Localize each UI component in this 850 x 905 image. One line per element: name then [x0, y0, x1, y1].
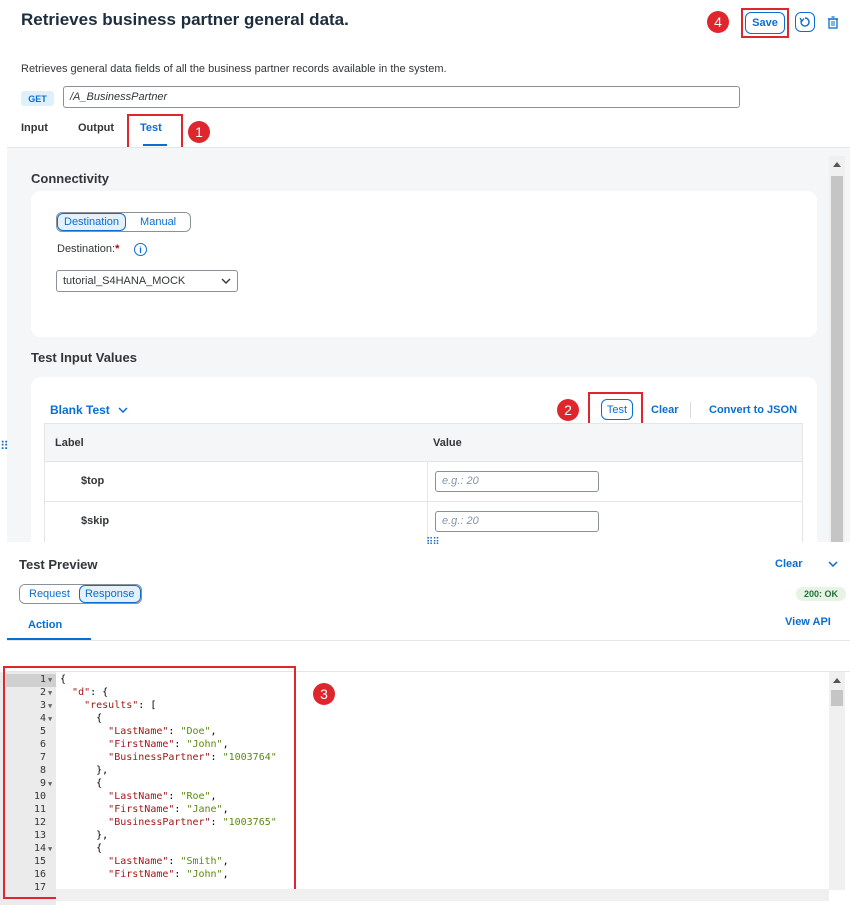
vertical-drag-handle[interactable]: ⠿: [0, 440, 9, 452]
chevron-down-icon: [118, 407, 128, 413]
connectivity-title: Connectivity: [31, 171, 110, 186]
info-icon[interactable]: i: [134, 243, 147, 256]
active-tab-indicator: [143, 144, 167, 146]
tab-input[interactable]: Input: [21, 116, 48, 146]
table-row: $top e.g.: 20: [44, 462, 803, 502]
editor-scrollbar[interactable]: [829, 672, 845, 890]
toolbar-separator: [690, 402, 691, 418]
status-badge: 200: OK: [796, 587, 846, 601]
page-title: Retrieves business partner general data.: [21, 10, 349, 29]
reset-button[interactable]: [795, 12, 815, 32]
table-header: Label Value: [44, 423, 803, 462]
destination-label: Destination:*: [57, 243, 120, 255]
panel-scrollbar[interactable]: [829, 156, 845, 542]
step-marker-3: 3: [313, 683, 335, 705]
mode-destination[interactable]: Destination: [57, 213, 127, 231]
editor-horizontal-scrollbar[interactable]: [56, 889, 829, 901]
blank-test-select[interactable]: Blank Test: [50, 403, 128, 417]
trash-icon: [828, 15, 838, 29]
blank-test-label: Blank Test: [50, 403, 110, 417]
top-value-input[interactable]: e.g.: 20: [435, 471, 599, 492]
tab-output[interactable]: Output: [78, 116, 114, 146]
delete-button[interactable]: [823, 12, 843, 32]
test-button[interactable]: Test: [601, 399, 633, 420]
skip-value-input[interactable]: e.g.: 20: [435, 511, 599, 532]
http-method-badge: GET: [21, 91, 54, 106]
chevron-down-icon: [828, 561, 838, 568]
mode-response[interactable]: Response: [78, 585, 141, 603]
preview-mode-toggle: Request Response: [19, 584, 142, 604]
column-label: Label: [55, 437, 84, 449]
code-highlight: [3, 666, 296, 899]
destination-value: tutorial_S4HANA_MOCK: [63, 275, 186, 287]
tab-action[interactable]: Action: [28, 619, 62, 631]
refresh-icon: [799, 17, 810, 27]
row-label: $skip: [81, 515, 110, 527]
chevron-down-icon: [221, 278, 231, 284]
mode-request[interactable]: Request: [20, 585, 79, 603]
column-value: Value: [433, 437, 462, 449]
row-label: $top: [81, 475, 105, 487]
preview-title: Test Preview: [19, 557, 98, 572]
step-marker-1: 1: [188, 121, 210, 143]
destination-select[interactable]: tutorial_S4HANA_MOCK: [56, 270, 238, 292]
view-api-link[interactable]: View API: [785, 616, 831, 628]
step-marker-2: 2: [557, 399, 579, 421]
preview-clear-button[interactable]: Clear: [775, 558, 803, 570]
description: Retrieves general data fields of all the…: [21, 63, 447, 75]
divider: [7, 640, 850, 641]
endpoint-path-input[interactable]: /A_BusinessPartner: [63, 86, 740, 108]
mode-manual[interactable]: Manual: [126, 213, 191, 231]
step-marker-4: 4: [707, 11, 729, 33]
table-row: $skip e.g.: 20: [44, 502, 803, 542]
clear-inputs-button[interactable]: Clear: [651, 404, 679, 416]
connectivity-mode-toggle: Destination Manual: [56, 212, 192, 232]
horizontal-drag-handle[interactable]: ⠿⠿: [426, 537, 440, 548]
test-input-title: Test Input Values: [31, 350, 137, 365]
collapse-preview-button[interactable]: [828, 556, 838, 570]
save-button[interactable]: Save: [745, 12, 785, 34]
convert-to-json-button[interactable]: Convert to JSON: [709, 404, 797, 416]
